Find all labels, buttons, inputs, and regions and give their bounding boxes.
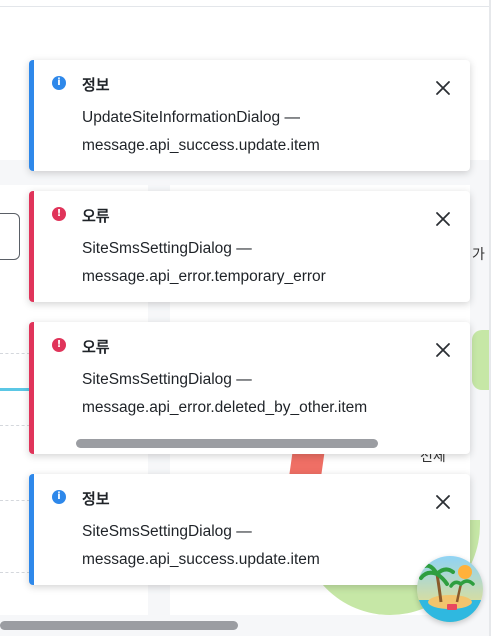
chart-gridline (0, 425, 30, 426)
horizontal-scrollbar[interactable] (0, 621, 238, 630)
close-icon (436, 81, 450, 95)
info-icon: i (52, 490, 66, 504)
toast-message-line: message.api_success.update.item (82, 551, 320, 568)
toast-scrollbar[interactable] (76, 439, 378, 448)
toast-notification: i 정보 UpdateSiteInformationDialog — messa… (29, 60, 470, 171)
toast-notification: ! 오류 SiteSmsSettingDialog — message.api_… (29, 191, 470, 302)
toast-accent-bar (29, 60, 34, 171)
chart-gridline (0, 500, 30, 501)
background-label: 가 (472, 246, 485, 262)
toast-title: 정보 (82, 76, 110, 94)
toast-accent-bar (29, 474, 34, 585)
toast-message-line: SiteSmsSettingDialog — (82, 371, 252, 388)
close-icon (436, 495, 450, 509)
toast-message: SiteSmsSettingDialog — message.api_error… (82, 366, 434, 422)
toast-title: 정보 (82, 490, 110, 508)
tropical-island-icon (417, 556, 483, 622)
error-icon: ! (52, 207, 66, 221)
window-edge (491, 0, 500, 636)
toast-accent-bar (29, 191, 34, 302)
close-button[interactable] (432, 77, 454, 99)
chart-area (472, 330, 490, 390)
chart-gridline (0, 353, 30, 354)
chart-gridline (0, 572, 30, 573)
toast-notification: i 정보 SiteSmsSettingDialog — message.api_… (29, 474, 470, 585)
toast-title: 오류 (82, 338, 110, 356)
close-icon (436, 343, 450, 357)
background-input[interactable] (0, 213, 20, 260)
floating-avatar-button[interactable] (417, 556, 483, 622)
close-icon (436, 212, 450, 226)
error-icon: ! (52, 338, 66, 352)
toast-message-line: SiteSmsSettingDialog — (82, 240, 252, 257)
toast-message: SiteSmsSettingDialog — message.api_error… (82, 235, 434, 291)
toast-notification: ! 오류 SiteSmsSettingDialog — message.api_… (29, 322, 470, 454)
toast-message-line: SiteSmsSettingDialog — (82, 523, 252, 540)
close-button[interactable] (432, 339, 454, 361)
toast-message: UpdateSiteInformationDialog — message.ap… (82, 104, 434, 160)
toast-accent-bar (29, 322, 34, 454)
info-icon: i (52, 76, 66, 90)
toast-message-line: message.api_error.deleted_by_other.item (82, 399, 368, 416)
toast-title: 오류 (82, 207, 110, 225)
toast-message-line: UpdateSiteInformationDialog — (82, 109, 300, 126)
toast-message-line: message.api_error.temporary_error (82, 268, 326, 285)
chart-series-line (0, 388, 30, 391)
header-divider (0, 6, 490, 7)
close-button[interactable] (432, 208, 454, 230)
close-button[interactable] (432, 491, 454, 513)
chart-bar (289, 452, 325, 474)
toast-message: SiteSmsSettingDialog — message.api_succe… (82, 518, 434, 574)
toast-message-line: message.api_success.update.item (82, 137, 320, 154)
